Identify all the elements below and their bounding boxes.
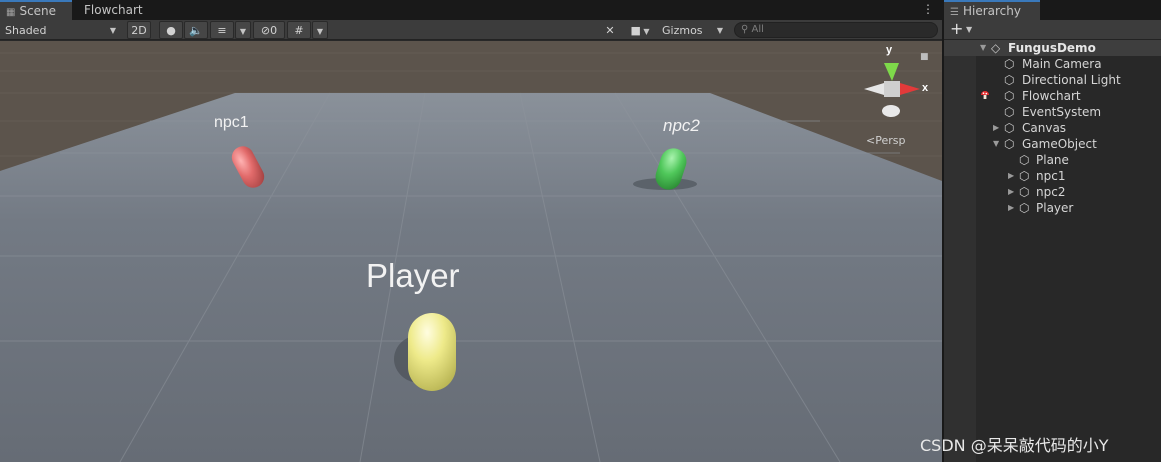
chevron-down-icon: ▼	[640, 27, 650, 36]
chevron-down-icon: ▼	[109, 26, 116, 35]
mushroom-icon	[981, 91, 989, 99]
gameobject-cube-icon: ⬡	[1004, 105, 1015, 119]
player-capsule[interactable]	[408, 313, 456, 391]
lock-icon[interactable]: ■	[920, 52, 929, 62]
gameobject-cube-icon: ⬡	[1004, 73, 1015, 87]
hierarchy-item-canvas[interactable]: ▶ ⬡ Canvas	[944, 120, 1161, 136]
chevron-down-icon: ▼	[316, 27, 324, 36]
gameobject-cube-icon: ⬡	[1019, 153, 1030, 167]
expand-arrow-icon[interactable]: ▶	[1008, 200, 1014, 216]
search-icon: ⚲	[741, 24, 749, 35]
list-icon: ☰	[950, 7, 959, 18]
expand-arrow-icon[interactable]: ▶	[1008, 168, 1014, 184]
hierarchy-item-player[interactable]: ▶ ⬡ Player	[944, 200, 1161, 216]
expand-arrow-icon[interactable]: ▶	[1008, 184, 1014, 200]
gameobject-cube-icon: ⬡	[1019, 201, 1030, 215]
hidden-eye-icon: ⊘	[260, 24, 271, 37]
axis-y-label: y	[886, 44, 893, 56]
gameobject-cube-icon: ⬡	[1004, 89, 1015, 103]
tools-button[interactable]: ✕	[598, 21, 622, 39]
hierarchy-scene-row[interactable]: ▼ ◇ FungusDemo	[944, 40, 1161, 56]
hierarchy-item-plane[interactable]: ⬡ Plane	[944, 152, 1161, 168]
hierarchy-item-main-camera[interactable]: ⬡ Main Camera	[944, 56, 1161, 72]
shading-mode-dropdown[interactable]: Shaded ▼	[2, 21, 120, 39]
npc2-label: npc2	[663, 116, 700, 135]
chevron-down-icon[interactable]: ▼	[966, 25, 972, 34]
unity-scene-icon: ◇	[991, 41, 1001, 55]
gameobject-cube-icon: ⬡	[1004, 137, 1015, 151]
more-options-icon[interactable]: ⋮	[922, 2, 934, 16]
gameobject-cube-icon: ⬡	[1004, 121, 1015, 135]
scene-visibility-button[interactable]: ⊘0	[253, 21, 285, 39]
grid-icon: ▦	[6, 7, 16, 18]
tab-flowchart[interactable]: Flowchart	[78, 0, 150, 20]
gameobject-cube-icon: ⬡	[1019, 169, 1030, 183]
projection-toggle[interactable]: <Persp	[866, 134, 905, 147]
expand-arrow-icon[interactable]: ▼	[980, 40, 986, 56]
hierarchy-item-eventsystem[interactable]: ⬡ EventSystem	[944, 104, 1161, 120]
grid-toggle-button[interactable]: #	[287, 21, 311, 39]
chevron-down-icon: ▼	[716, 26, 723, 35]
gameobject-cube-icon: ⬡	[1019, 185, 1030, 199]
grid-icon: #	[294, 24, 304, 37]
expand-arrow-icon[interactable]: ▶	[993, 120, 999, 136]
hierarchy-item-directional-light[interactable]: ⬡ Directional Light	[944, 72, 1161, 88]
collapse-arrow-icon[interactable]: ▼	[993, 136, 999, 152]
scene-tabbar: ▦ Scene Flowchart ⋮	[0, 0, 942, 20]
tab-hierarchy[interactable]: ☰ Hierarchy	[944, 0, 1040, 20]
grid-dropdown[interactable]: ▼	[312, 21, 328, 39]
hierarchy-item-npc2[interactable]: ▶ ⬡ npc2	[944, 184, 1161, 200]
lightbulb-icon: ●	[166, 24, 176, 37]
scene-render	[0, 41, 942, 462]
layers-icon: ≡	[217, 24, 227, 37]
tab-scene[interactable]: ▦ Scene	[0, 0, 72, 20]
watermark: CSDN @呆呆敲代码的小Y	[920, 436, 1109, 455]
perspective-icon: <	[866, 134, 876, 147]
hierarchy-tabbar: ☰ Hierarchy	[944, 0, 1161, 20]
hierarchy-item-npc1[interactable]: ▶ ⬡ npc1	[944, 168, 1161, 184]
hierarchy-panel: ☰ Hierarchy + ▼ ▼ ◇ FungusDemo ⬡ Main Cam…	[944, 0, 1161, 462]
camera-icon: ■	[630, 24, 641, 37]
axis-x-label: x	[922, 82, 929, 94]
scene-search-input[interactable]: ⚲ All	[734, 22, 938, 38]
ground-plane	[0, 93, 942, 462]
lighting-toggle-button[interactable]: ●	[159, 21, 183, 39]
npc1-label: npc1	[214, 114, 249, 131]
effects-dropdown[interactable]: ▼	[235, 21, 251, 39]
scene-toolbar: Shaded ▼ 2D ● 🔈 ≡ ▼ ⊘0 # ▼ ✕ ■ ▼ Gizmos …	[0, 20, 942, 40]
add-icon[interactable]: +	[950, 21, 963, 37]
2d-toggle-button[interactable]: 2D	[127, 21, 151, 39]
scene-panel: ▦ Scene Flowchart ⋮ Shaded ▼ 2D ● 🔈 ≡ ▼ ⊘…	[0, 0, 942, 462]
gizmos-dropdown[interactable]: Gizmos ▼	[659, 21, 727, 39]
hierarchy-toolbar: + ▼	[944, 20, 1161, 40]
audio-toggle-button[interactable]: 🔈	[184, 21, 208, 39]
effects-toggle-button[interactable]: ≡	[210, 21, 234, 39]
player-label: Player	[366, 257, 460, 294]
chevron-down-icon: ▼	[239, 27, 247, 36]
camera-settings-button[interactable]: ■ ▼	[624, 21, 656, 39]
hierarchy-item-flowchart[interactable]: ⬡ Flowchart	[944, 88, 1161, 104]
scene-viewport[interactable]: npc1 npc2 Player y x ■ <Persp	[0, 41, 942, 462]
gameobject-cube-icon: ⬡	[1004, 57, 1015, 71]
hierarchy-item-gameobject[interactable]: ▼ ⬡ GameObject	[944, 136, 1161, 152]
speaker-icon: 🔈	[189, 24, 203, 37]
tools-icon: ✕	[605, 24, 615, 37]
